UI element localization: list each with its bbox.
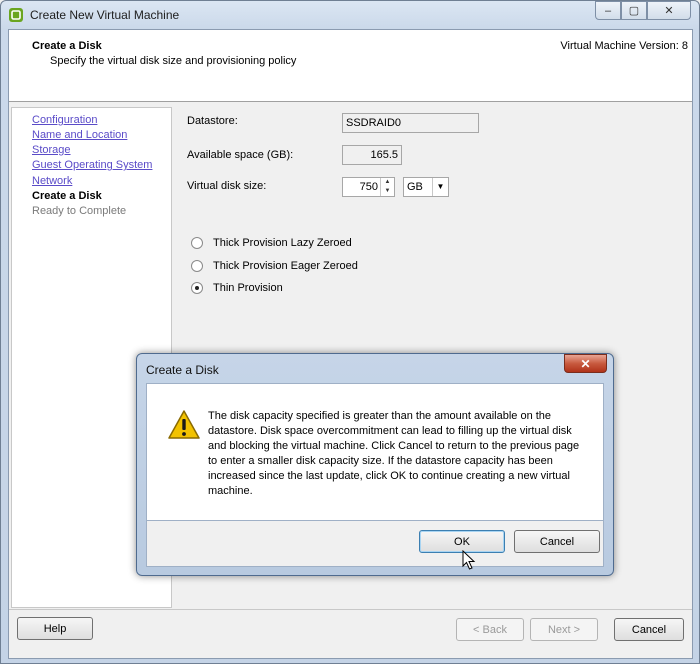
dialog-title: Create a Disk: [146, 363, 219, 377]
wizard-button-bar: Help < Back Next > Cancel: [9, 609, 692, 658]
window-close-button[interactable]: ✕: [647, 1, 691, 20]
chevron-up-icon[interactable]: ▲: [381, 178, 394, 187]
vm-version-label: Virtual Machine Version: 8: [560, 40, 688, 52]
thin-provision-option[interactable]: Thin Provision: [191, 282, 283, 294]
disk-size-value: 750: [359, 181, 378, 193]
dialog-close-button[interactable]: ✕: [564, 354, 607, 373]
nav-step-guest-os[interactable]: Guest Operating System: [32, 159, 152, 171]
thick-eager-radio[interactable]: [191, 260, 203, 272]
stepper-arrows[interactable]: ▲ ▼: [380, 178, 394, 196]
available-space-label: Available space (GB):: [187, 149, 294, 161]
page-title: Create a Disk: [32, 40, 102, 52]
thick-lazy-label: Thick Provision Lazy Zeroed: [213, 237, 352, 249]
vsphere-app-icon: [9, 8, 23, 22]
thick-eager-option[interactable]: Thick Provision Eager Zeroed: [191, 260, 358, 272]
nav-step-configuration[interactable]: Configuration: [32, 114, 97, 126]
window-title: Create New Virtual Machine: [30, 8, 180, 22]
disk-size-stepper[interactable]: 750 ▲ ▼: [342, 177, 395, 197]
dropdown-arrow-icon[interactable]: ▼: [432, 178, 448, 196]
chevron-down-icon[interactable]: ▼: [381, 187, 394, 196]
datastore-field: SSDRAID0: [342, 113, 479, 133]
page-subtitle: Specify the virtual disk size and provis…: [50, 55, 297, 67]
dialog-message-area: The disk capacity specified is greater t…: [146, 383, 604, 521]
help-button[interactable]: Help: [17, 617, 93, 640]
nav-step-ready: Ready to Complete: [32, 205, 127, 217]
thin-provision-label: Thin Provision: [213, 282, 283, 294]
disk-unit-value: GB: [407, 181, 423, 193]
nav-step-storage[interactable]: Storage: [32, 144, 71, 156]
next-button[interactable]: Next >: [530, 618, 598, 641]
nav-step-name-location[interactable]: Name and Location: [32, 129, 127, 141]
virtual-disk-size-label: Virtual disk size:: [187, 180, 267, 192]
minimize-button[interactable]: –: [595, 1, 621, 20]
back-button[interactable]: < Back: [456, 618, 524, 641]
dialog-button-bar: OK Cancel: [146, 521, 604, 567]
create-disk-warning-dialog: Create a Disk ✕ The disk capacity specif…: [136, 353, 614, 576]
dialog-message: The disk capacity specified is greater t…: [208, 410, 580, 497]
thick-lazy-radio[interactable]: [191, 237, 203, 249]
mouse-cursor-icon: [462, 550, 476, 570]
thick-lazy-option[interactable]: Thick Provision Lazy Zeroed: [191, 237, 352, 249]
dialog-cancel-button[interactable]: Cancel: [514, 530, 600, 553]
nav-step-create-disk: Create a Disk: [32, 190, 102, 202]
window-titlebar[interactable]: Create New Virtual Machine – ▢ ✕: [1, 1, 699, 29]
wizard-header: Create a Disk Specify the virtual disk s…: [9, 30, 692, 102]
datastore-label: Datastore:: [187, 115, 238, 127]
maximize-button[interactable]: ▢: [621, 1, 647, 20]
warning-icon: [168, 410, 200, 439]
thin-provision-radio[interactable]: [191, 282, 203, 294]
disk-unit-select[interactable]: GB ▼: [403, 177, 449, 197]
thick-eager-label: Thick Provision Eager Zeroed: [213, 260, 358, 272]
wizard-cancel-button[interactable]: Cancel: [614, 618, 684, 641]
available-space-field: 165.5: [342, 145, 402, 165]
nav-step-network[interactable]: Network: [32, 175, 72, 187]
